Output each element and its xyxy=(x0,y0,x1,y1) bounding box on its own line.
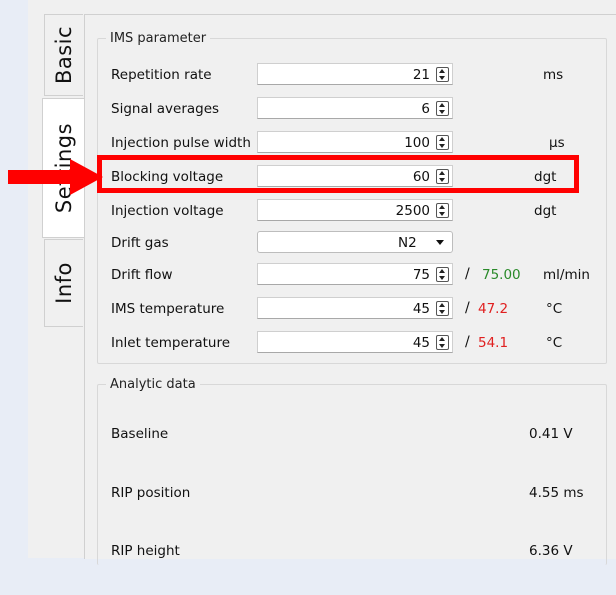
ims-temperature-separator: / xyxy=(465,300,470,316)
rip-height-value: 6.36 V xyxy=(529,543,573,559)
blocking-voltage-label: Blocking voltage xyxy=(111,169,224,185)
row-blocking-voltage: Blocking voltage 60 dgt xyxy=(0,165,616,189)
spin-arrows-icon[interactable] xyxy=(436,335,449,350)
row-drift-flow: Drift flow 75 / 75.00 ml/min xyxy=(0,263,616,287)
spin-arrows-icon[interactable] xyxy=(436,101,449,116)
drift-flow-unit: ml/min xyxy=(543,267,590,283)
ims-temperature-actual: 47.2 xyxy=(478,301,509,317)
spin-arrows-icon[interactable] xyxy=(436,301,449,316)
rip-height-label: RIP height xyxy=(111,543,180,559)
inlet-temperature-value: 45 xyxy=(412,335,430,351)
inlet-temperature-unit: °C xyxy=(546,335,563,351)
signal-averages-label: Signal averages xyxy=(111,101,220,117)
injection-voltage-value: 2500 xyxy=(395,203,430,219)
spin-arrows-icon[interactable] xyxy=(436,67,449,82)
row-inlet-temperature: Inlet temperature 45 / 54.1 °C xyxy=(0,331,616,355)
rip-position-label: RIP position xyxy=(111,485,191,501)
ims-parameter-title: IMS parameter xyxy=(106,31,211,46)
injection-voltage-label: Injection voltage xyxy=(111,203,224,219)
drift-flow-actual: 75.00 xyxy=(482,267,521,283)
drift-flow-separator: / xyxy=(465,266,470,282)
analytic-data-group: Analytic data xyxy=(97,377,607,565)
row-drift-gas: Drift gas N2 xyxy=(0,231,616,255)
drift-gas-dropdown[interactable]: N2 xyxy=(257,231,453,253)
repetition-rate-value: 21 xyxy=(412,67,430,83)
row-signal-averages: Signal averages 6 xyxy=(0,97,616,121)
repetition-rate-spinbox[interactable]: 21 xyxy=(257,63,453,85)
spin-arrows-icon[interactable] xyxy=(436,203,449,218)
baseline-label: Baseline xyxy=(111,426,169,442)
injection-pulse-width-unit: µs xyxy=(549,135,565,151)
inlet-temperature-spinbox[interactable]: 45 xyxy=(257,331,453,353)
spin-arrows-icon[interactable] xyxy=(436,267,449,282)
spin-arrows-icon[interactable] xyxy=(436,135,449,150)
inlet-temperature-label: Inlet temperature xyxy=(111,335,231,351)
ims-temperature-label: IMS temperature xyxy=(111,301,225,317)
blocking-voltage-spinbox[interactable]: 60 xyxy=(257,165,453,187)
injection-pulse-width-spinbox[interactable]: 100 xyxy=(257,131,453,153)
blocking-voltage-unit: dgt xyxy=(534,169,557,185)
baseline-value: 0.41 V xyxy=(529,426,573,442)
repetition-rate-unit: ms xyxy=(543,67,564,83)
injection-voltage-unit: dgt xyxy=(534,203,557,219)
repetition-rate-label: Repetition rate xyxy=(111,67,212,83)
signal-averages-value: 6 xyxy=(421,101,430,117)
chevron-down-icon xyxy=(436,240,444,245)
drift-flow-spinbox[interactable]: 75 xyxy=(257,263,453,285)
injection-voltage-spinbox[interactable]: 2500 xyxy=(257,199,453,221)
ims-temperature-value: 45 xyxy=(412,301,430,317)
drift-gas-label: Drift gas xyxy=(111,235,169,251)
inlet-temperature-actual: 54.1 xyxy=(478,335,509,351)
row-injection-pulse-width: Injection pulse width 100 µs xyxy=(0,131,616,155)
blocking-voltage-value: 60 xyxy=(412,169,430,185)
signal-averages-spinbox[interactable]: 6 xyxy=(257,97,453,119)
drift-flow-value: 75 xyxy=(412,267,430,283)
ims-temperature-unit: °C xyxy=(546,301,563,317)
row-injection-voltage: Injection voltage 2500 dgt xyxy=(0,199,616,223)
injection-pulse-width-label: Injection pulse width xyxy=(111,135,251,151)
spin-arrows-icon[interactable] xyxy=(436,169,449,184)
ims-temperature-spinbox[interactable]: 45 xyxy=(257,297,453,319)
row-repetition-rate: Repetition rate 21 ms xyxy=(0,63,616,87)
injection-pulse-width-value: 100 xyxy=(404,135,430,151)
drift-flow-label: Drift flow xyxy=(111,267,173,283)
inlet-temperature-separator: / xyxy=(465,334,470,350)
analytic-data-title: Analytic data xyxy=(106,377,200,392)
row-ims-temperature: IMS temperature 45 / 47.2 °C xyxy=(0,297,616,321)
rip-position-value: 4.55 ms xyxy=(529,485,584,501)
drift-gas-value: N2 xyxy=(398,235,417,251)
